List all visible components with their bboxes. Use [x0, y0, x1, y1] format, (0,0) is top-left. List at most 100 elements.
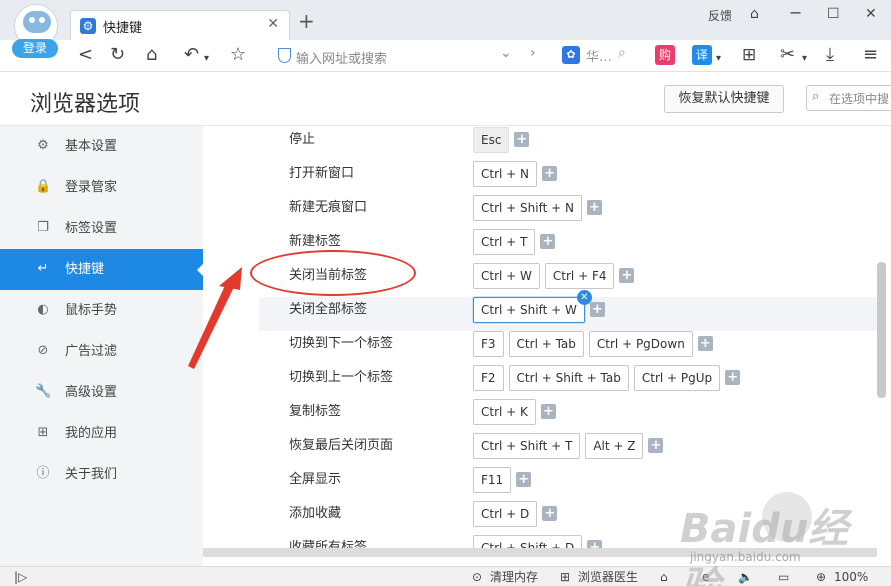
sidebar-item-7[interactable]: 🔧 高级设置: [0, 372, 203, 413]
remove-shortcut-icon[interactable]: ✕: [576, 290, 592, 305]
sidebar-item-8[interactable]: ⊞ 我的应用: [0, 413, 203, 454]
vertical-scrollbar[interactable]: [877, 262, 886, 398]
add-shortcut-icon[interactable]: +: [540, 404, 556, 419]
add-shortcut-icon[interactable]: +: [516, 472, 532, 487]
chevron-down-icon[interactable]: ⌄: [500, 45, 512, 61]
maximize-icon[interactable]: ☐: [827, 6, 840, 22]
new-tab-icon[interactable]: +: [298, 9, 315, 33]
home-icon[interactable]: ⌂: [146, 44, 157, 66]
shortcut-label: 切换到上一个标签: [289, 370, 394, 385]
minimize-icon[interactable]: −: [789, 3, 802, 22]
download-icon[interactable]: ⤓: [826, 44, 834, 66]
window-icon[interactable]: ▭: [778, 568, 789, 586]
feedback-link[interactable]: 反馈: [708, 7, 732, 24]
navigation-toolbar: < ↻ ⌂ ↶ ▾ ☆ 输入网址或搜索 ⌄ › ✿ 华… ⌕ 购 译 ▾ ⊞ ✂…: [0, 40, 891, 72]
shortcut-key-combo[interactable]: Ctrl + Shift + W ✕: [473, 290, 592, 323]
tab-close-icon[interactable]: ✕: [267, 16, 279, 32]
shortcut-row: 打开新窗口 Ctrl + N +: [259, 161, 879, 195]
shortcut-key-combo[interactable]: Ctrl + F4: [544, 263, 615, 289]
close-window-icon[interactable]: ✕: [865, 6, 877, 22]
tabs-icon: ❐: [37, 220, 49, 235]
shortcut-key-combo[interactable]: Ctrl + K: [473, 399, 536, 425]
add-shortcut-icon[interactable]: +: [514, 132, 530, 147]
settings-sidebar: ⚙ 基本设置 🔒 登录管家 ❐ 标签设置 ↵ 快捷键 ◐ 鼠标手势 ⊘ 广告过滤 🔧 高级设置 ⊞ 我的应用 ⓘ…: [0, 126, 204, 566]
shortcut-key-combo[interactable]: Ctrl + Shift + Tab: [508, 365, 629, 391]
shortcut-keys: F2 Ctrl + Shift + Tab Ctrl + PgUp +: [473, 365, 741, 391]
translate-icon[interactable]: 译: [692, 45, 712, 65]
go-forward-icon[interactable]: ›: [530, 45, 536, 61]
scissors-dropdown-icon[interactable]: ▾: [802, 48, 807, 70]
sidebar-item-6[interactable]: ⊘ 广告过滤: [0, 331, 203, 372]
sidebar-item-2[interactable]: 🔒 登录管家: [0, 167, 203, 208]
menu-icon[interactable]: ≡: [863, 44, 878, 66]
translate-dropdown-icon[interactable]: ▾: [716, 48, 721, 70]
browser-doctor-button[interactable]: 浏览器医生: [578, 568, 638, 586]
shopping-icon[interactable]: 购: [655, 45, 675, 65]
search-icon[interactable]: ⌕: [618, 45, 626, 61]
key-combo-text: Ctrl + N: [481, 167, 530, 181]
sidebar-item-5[interactable]: ◐ 鼠标手势: [0, 290, 203, 331]
sidebar-item-label: 鼠标手势: [65, 303, 118, 318]
shortcut-key-combo[interactable]: Ctrl + N: [473, 161, 538, 187]
search-engine-label: 华…: [586, 50, 613, 65]
address-bar[interactable]: 输入网址或搜索 ⌄ ›: [272, 43, 552, 69]
shortcut-key-combo[interactable]: F2: [473, 365, 504, 391]
shortcut-row: 恢复最后关闭页面 Ctrl + Shift + T Alt + Z +: [259, 433, 879, 467]
add-shortcut-icon[interactable]: +: [725, 370, 741, 385]
options-search-input[interactable]: ⌕ 在选项中搜: [806, 85, 891, 111]
mouse-icon: ◐: [37, 302, 49, 317]
shortcut-label: 打开新窗口: [289, 166, 355, 181]
zoom-level[interactable]: 100%: [834, 568, 868, 586]
sidebar-item-4[interactable]: ↵ 快捷键: [0, 249, 204, 290]
shortcut-key-combo[interactable]: Ctrl + PgDown: [588, 331, 693, 357]
add-shortcut-icon[interactable]: +: [619, 268, 635, 283]
add-shortcut-icon[interactable]: +: [586, 200, 602, 215]
sidebar-toggle-icon[interactable]: |▷: [14, 568, 27, 586]
wrench-icon: 🔧: [35, 384, 52, 399]
add-shortcut-icon[interactable]: +: [648, 438, 664, 453]
add-shortcut-icon[interactable]: +: [697, 336, 713, 351]
add-shortcut-icon[interactable]: +: [589, 302, 605, 317]
undo-icon[interactable]: ↶: [184, 44, 199, 66]
sidebar-item-3[interactable]: ❐ 标签设置: [0, 208, 203, 249]
shortcut-row: 全屏显示 F11 +: [259, 467, 879, 501]
undo-dropdown-icon[interactable]: ▾: [204, 48, 209, 70]
reload-icon[interactable]: ↻: [110, 44, 125, 66]
sidebar-item-9[interactable]: ⓘ 关于我们: [0, 454, 203, 495]
shortcut-key-combo[interactable]: Ctrl + Shift + D: [473, 535, 583, 548]
apps-grid-icon[interactable]: ⊞: [742, 44, 756, 66]
shortcut-key-combo[interactable]: Ctrl + T: [473, 229, 536, 255]
doctor-icon: ⊞: [560, 570, 571, 584]
scissors-icon[interactable]: ✂: [780, 44, 795, 66]
star-icon[interactable]: ☆: [230, 44, 246, 66]
shortcut-key-combo[interactable]: Ctrl + W: [473, 263, 540, 289]
shortcut-key-combo[interactable]: Ctrl + Shift + T: [473, 433, 581, 459]
ie-icon[interactable]: e: [702, 568, 709, 586]
key-combo-text: Ctrl + K: [481, 405, 528, 419]
speed-icon[interactable]: ⌂: [660, 568, 668, 586]
search-engine-box[interactable]: ✿ 华… ⌕: [562, 45, 638, 67]
zoom-icon[interactable]: ⊕: [816, 568, 826, 586]
restore-defaults-button[interactable]: 恢复默认快捷键: [664, 85, 784, 113]
back-icon[interactable]: <: [78, 44, 93, 66]
shortcut-key-combo[interactable]: Ctrl + Tab: [508, 331, 584, 357]
skin-icon[interactable]: ⌂: [750, 6, 759, 22]
clear-memory-button[interactable]: 清理内存: [490, 568, 538, 586]
add-shortcut-icon[interactable]: +: [587, 540, 603, 548]
shortcut-key-combo[interactable]: F3: [473, 331, 504, 357]
shortcut-key-combo[interactable]: Esc: [473, 127, 510, 153]
shortcut-key-combo[interactable]: Ctrl + PgUp: [633, 365, 721, 391]
tab-shortcuts[interactable]: ⚙ 快捷键 ✕: [70, 10, 290, 40]
shortcut-key-combo[interactable]: Ctrl + D: [473, 501, 538, 527]
sidebar-item-1[interactable]: ⚙ 基本设置: [0, 126, 203, 167]
shortcut-key-combo[interactable]: F11: [473, 467, 512, 493]
add-shortcut-icon[interactable]: +: [542, 506, 558, 521]
volume-icon[interactable]: 🔈: [738, 568, 753, 586]
horizontal-scrollbar[interactable]: [203, 548, 877, 557]
add-shortcut-icon[interactable]: +: [542, 166, 558, 181]
login-button[interactable]: 登录: [12, 39, 58, 58]
shortcut-key-combo[interactable]: Alt + Z: [585, 433, 644, 459]
shortcut-key-combo[interactable]: Ctrl + Shift + N: [473, 195, 582, 221]
add-shortcut-icon[interactable]: +: [540, 234, 556, 249]
key-combo-text: Alt + Z: [593, 439, 636, 453]
